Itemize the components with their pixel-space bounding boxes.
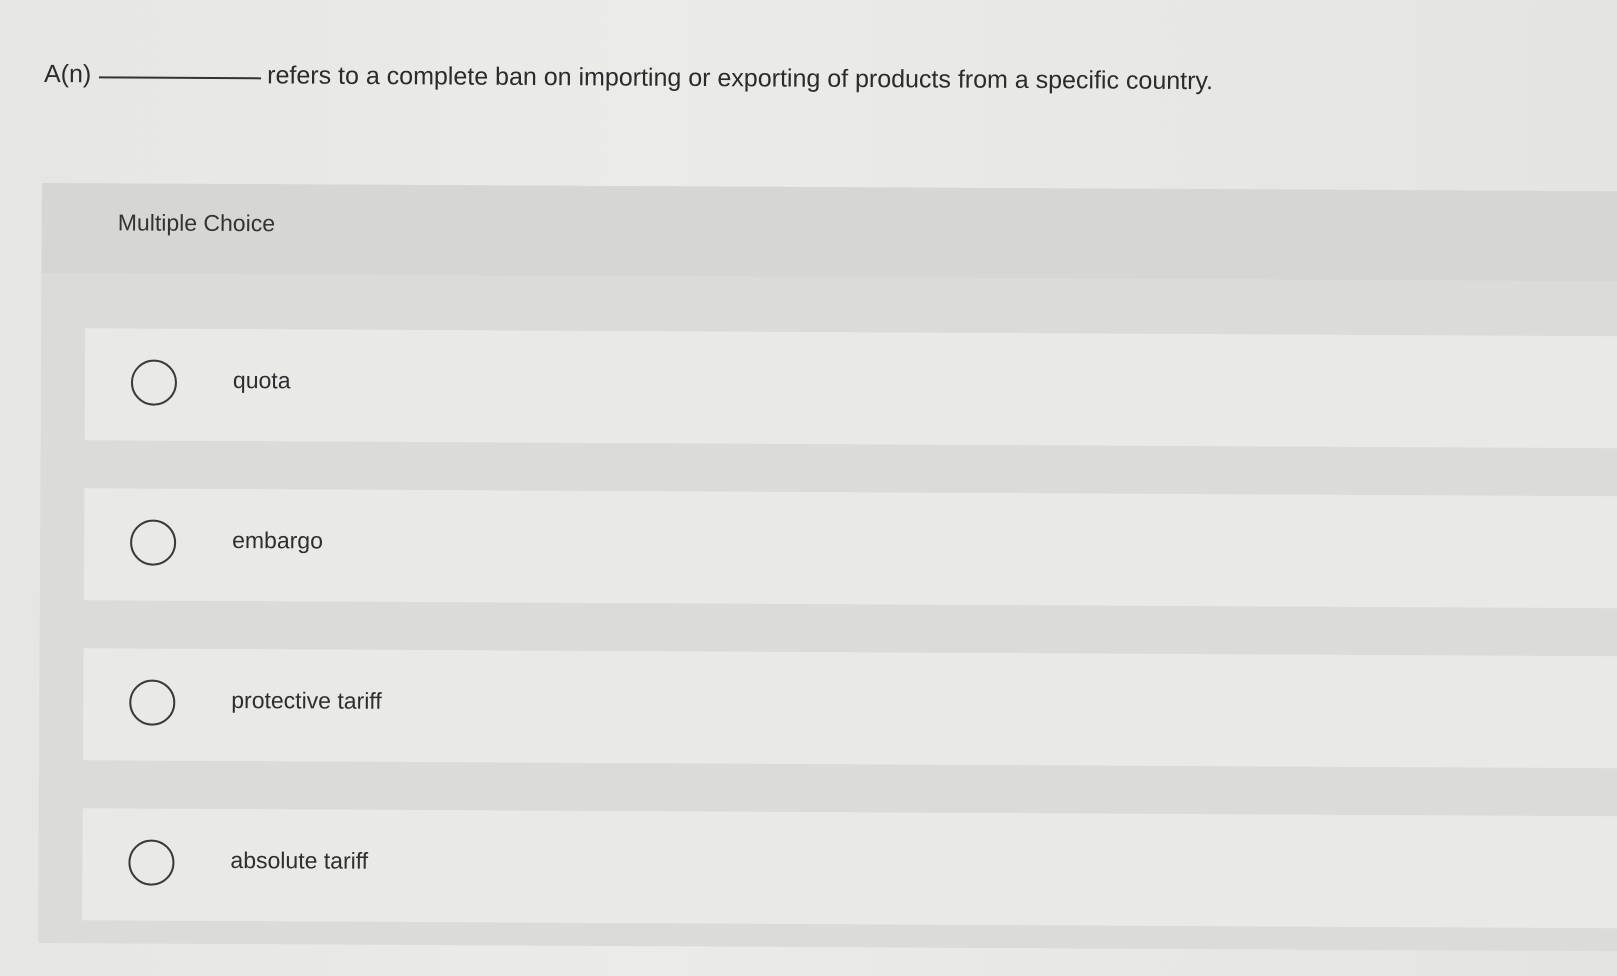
option-label: quota xyxy=(232,367,291,394)
radio-button-quota[interactable] xyxy=(130,359,178,406)
option-label: embargo xyxy=(232,527,323,554)
multiple-choice-panel: Multiple Choice quota embargo protective… xyxy=(38,183,1617,952)
option-protective-tariff[interactable]: protective tariff xyxy=(82,648,1617,769)
radio-button-protective-tariff[interactable] xyxy=(129,679,176,726)
options-list: quota embargo protective tariff absolute… xyxy=(82,328,1617,976)
question-suffix: refers to a complete ban on importing or… xyxy=(267,61,1214,96)
option-embargo[interactable]: embargo xyxy=(83,488,1617,609)
option-absolute-tariff[interactable]: absolute tariff xyxy=(82,808,1617,929)
question-prefix: A(n) xyxy=(43,60,92,89)
radio-button-absolute-tariff[interactable] xyxy=(128,839,175,886)
multiple-choice-header: Multiple Choice xyxy=(41,183,1617,282)
answer-blank xyxy=(99,76,262,80)
radio-button-embargo[interactable] xyxy=(129,519,177,566)
option-label: absolute tariff xyxy=(230,846,369,874)
question-text: A(n) refers to a complete ban on importin… xyxy=(44,50,1213,105)
multiple-choice-label: Multiple Choice xyxy=(117,209,276,237)
option-label: protective tariff xyxy=(231,686,382,714)
option-quota[interactable]: quota xyxy=(84,328,1617,449)
